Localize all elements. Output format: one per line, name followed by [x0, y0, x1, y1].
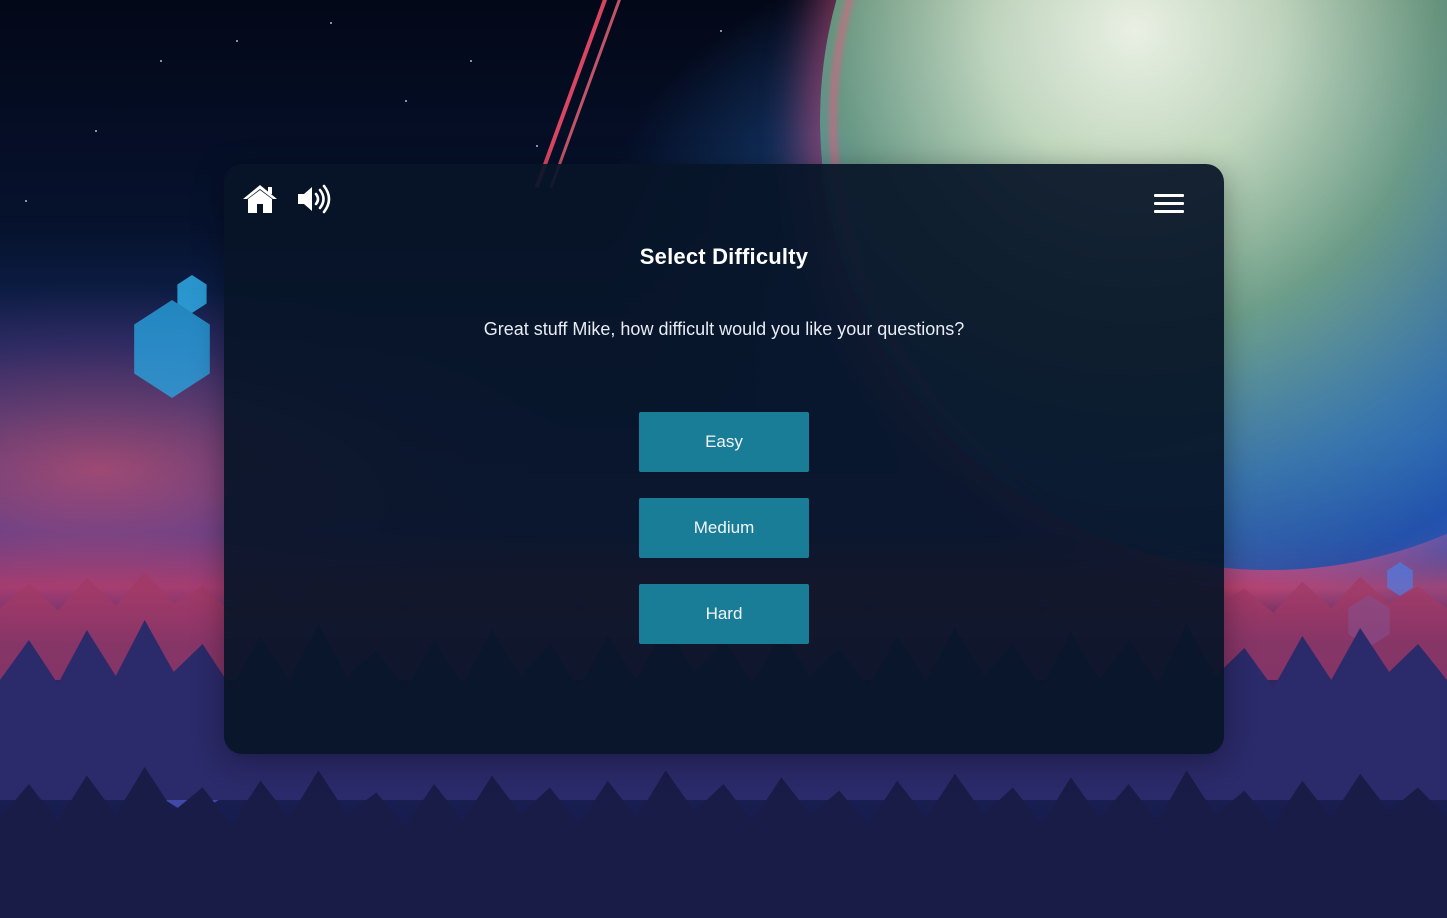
star	[25, 200, 27, 202]
home-icon[interactable]	[242, 184, 278, 214]
hexagon-bokeh	[134, 300, 210, 398]
light-beam	[549, 0, 628, 188]
hard-button[interactable]: Hard	[639, 584, 809, 644]
star	[405, 100, 407, 102]
difficulty-prompt: Great stuff Mike, how difficult would yo…	[483, 319, 965, 339]
star	[470, 60, 472, 62]
star	[720, 30, 722, 32]
light-beam	[534, 0, 614, 189]
medium-button[interactable]: Medium	[639, 498, 809, 558]
star	[236, 40, 238, 42]
star	[160, 60, 162, 62]
hamburger-menu-icon[interactable]	[1152, 192, 1186, 216]
star	[330, 22, 332, 24]
easy-button[interactable]: Easy	[639, 412, 809, 472]
speaker-volume-icon[interactable]	[296, 184, 332, 214]
star	[95, 130, 97, 132]
star	[536, 145, 538, 147]
page-title: Select Difficulty	[639, 244, 809, 269]
difficulty-panel: Select Difficulty Great stuff Mike, how …	[224, 164, 1224, 754]
